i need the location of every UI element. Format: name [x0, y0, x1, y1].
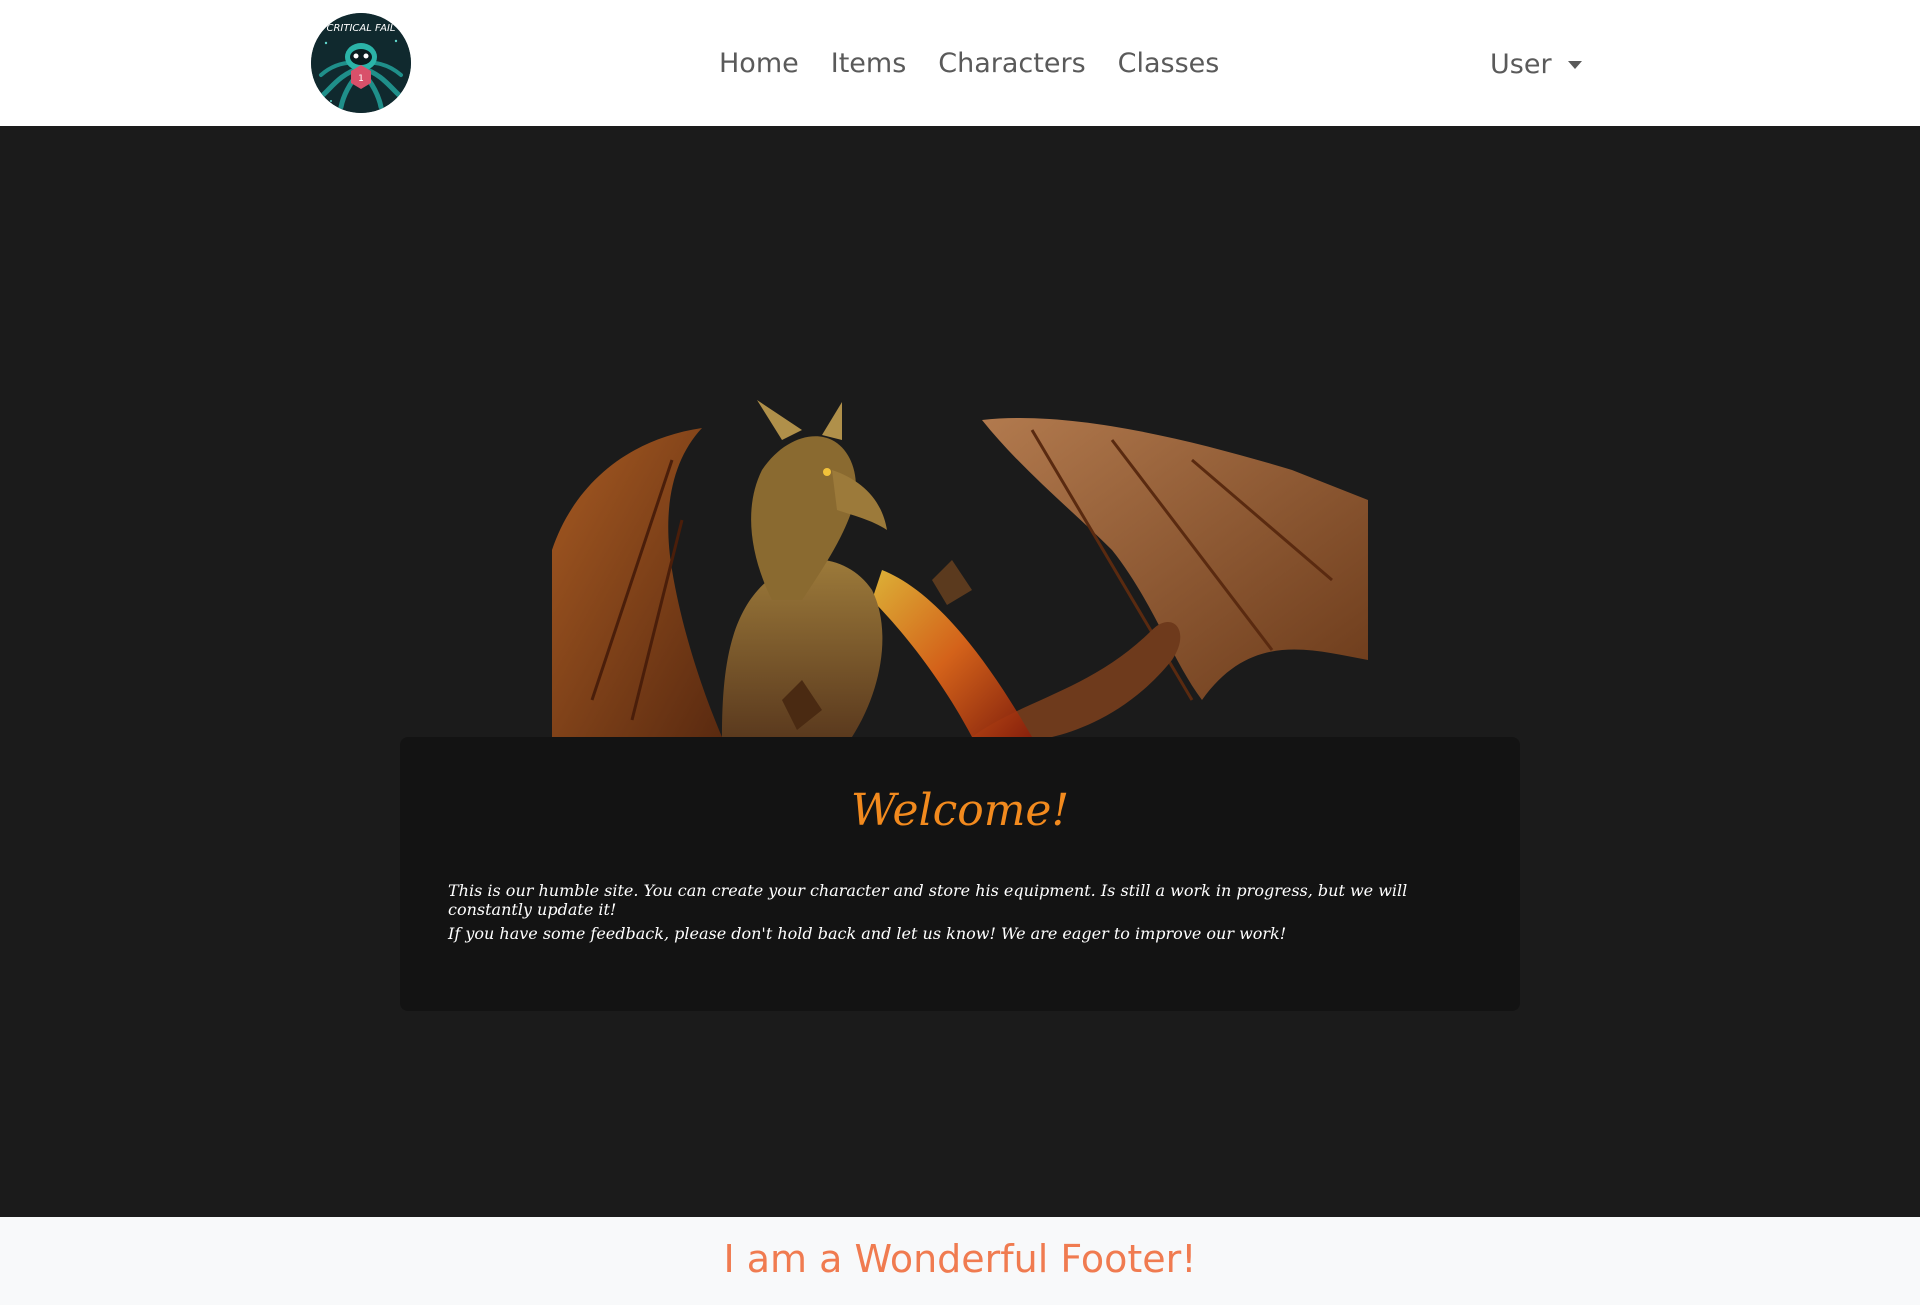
- critical-fail-logo-icon: 1 CRITICAL FAIL: [311, 13, 411, 113]
- nav-link-characters[interactable]: Characters: [938, 44, 1085, 84]
- user-dropdown[interactable]: User: [1490, 44, 1582, 84]
- navbar: 1 CRITICAL FAIL Home Items Characters Cl…: [0, 0, 1920, 126]
- nav-link-items[interactable]: Items: [831, 44, 907, 84]
- logo-text: CRITICAL FAIL: [326, 23, 395, 34]
- welcome-title: Welcome!: [850, 785, 1070, 836]
- nav-link-classes[interactable]: Classes: [1118, 44, 1220, 84]
- footer: I am a Wonderful Footer!: [0, 1217, 1920, 1305]
- welcome-paragraph-1: This is our humble site. You can create …: [448, 881, 1408, 919]
- welcome-paragraph-2: If you have some feedback, please don't …: [448, 924, 1287, 943]
- nav-link-home[interactable]: Home: [719, 44, 799, 84]
- user-dropdown-label: User: [1490, 48, 1552, 80]
- svg-text:1: 1: [358, 74, 364, 84]
- caret-down-icon: [1567, 61, 1582, 69]
- main-nav: Home Items Characters Classes: [719, 44, 1251, 84]
- hero-dragon-image: [552, 400, 1368, 737]
- dragon-icon: [552, 400, 1368, 737]
- welcome-card: Welcome! This is our humble site. You ca…: [400, 737, 1520, 1011]
- site-logo[interactable]: 1 CRITICAL FAIL: [311, 13, 411, 113]
- footer-text: I am a Wonderful Footer!: [723, 1237, 1197, 1281]
